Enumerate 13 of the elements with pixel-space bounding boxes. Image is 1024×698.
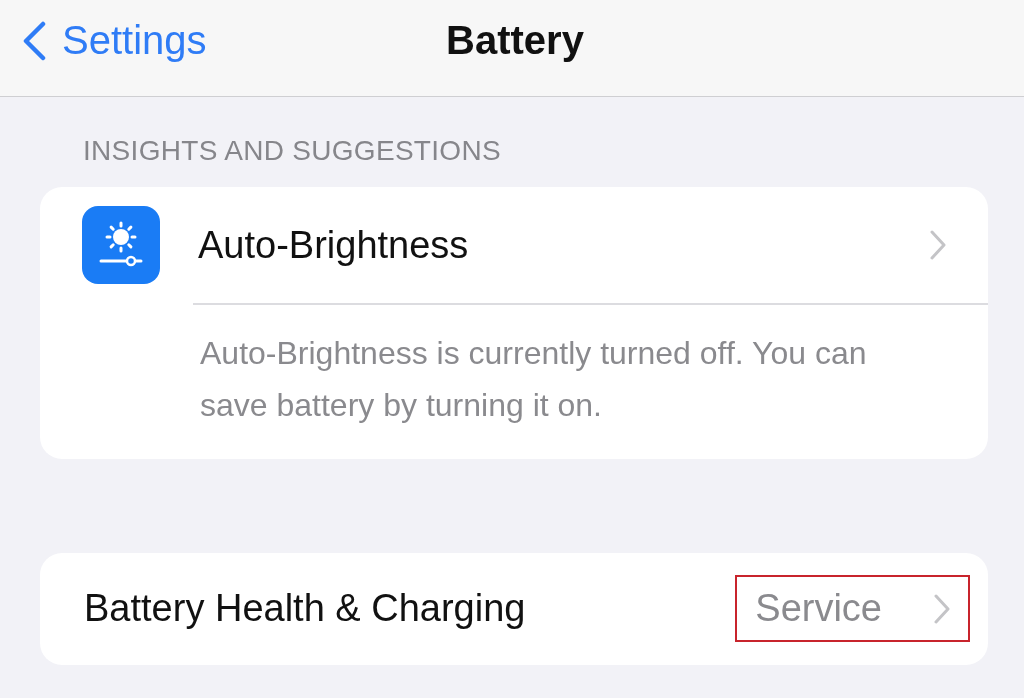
chevron-icon [934,593,950,624]
settings-row[interactable]: Battery Health & Charging Service [40,552,988,665]
row-value: Service [755,587,882,630]
chevron-icon [930,230,946,260]
row-label: Battery Health & Charging [84,587,527,630]
page-title: Battery [446,18,584,62]
description-text: Auto-Brightness is currently turned off. You can save battery by turning it on. [199,333,868,425]
back-chevron-icon [22,20,46,61]
back-button[interactable]: Settings [22,18,207,63]
section-header: INSIGHTS AND SUGGESTIONS [83,135,502,167]
row-label: Auto-Brightness [198,223,470,267]
brightness-icon [82,206,160,284]
settings-row[interactable]: Auto-Brightness [40,187,988,303]
